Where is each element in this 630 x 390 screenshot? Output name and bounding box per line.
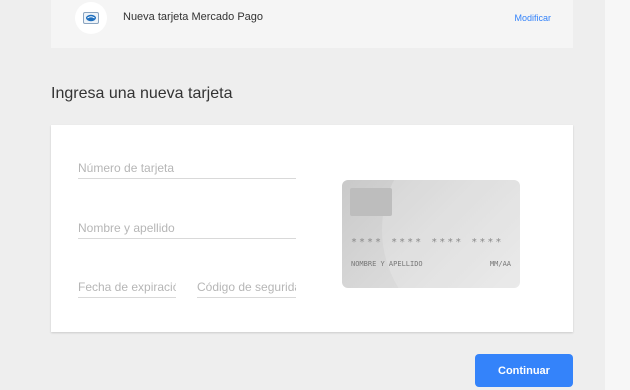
continue-button[interactable]: Continuar: [475, 354, 573, 387]
card-preview-holder: NOMBRE Y APELLIDO: [351, 260, 423, 268]
mercado-pago-card-icon: [75, 2, 107, 34]
new-card-form: **** **** **** **** NOMBRE Y APELLIDO MM…: [51, 125, 573, 332]
new-card-title: Ingresa una nueva tarjeta: [51, 85, 233, 102]
saved-payment-method-row: Nueva tarjeta Mercado Pago Modificar: [51, 0, 573, 48]
card-number-input[interactable]: [78, 161, 296, 175]
cardholder-name-input[interactable]: [78, 221, 296, 235]
modify-link[interactable]: Modificar: [514, 13, 551, 23]
card-preview: **** **** **** **** NOMBRE Y APELLIDO MM…: [342, 180, 520, 288]
expiry-field-wrapper: [78, 278, 176, 298]
security-code-field-wrapper: [197, 278, 296, 298]
card-decoration: [382, 180, 520, 288]
card-number-field-wrapper: [78, 159, 296, 179]
card-chip: [350, 188, 392, 216]
expiry-date-input[interactable]: [78, 280, 176, 294]
checkout-page: Nueva tarjeta Mercado Pago Modificar Ing…: [0, 0, 630, 390]
card-preview-number: **** **** **** ****: [351, 237, 504, 248]
card-preview-expiry: MM/AA: [489, 260, 511, 268]
security-code-input[interactable]: [197, 280, 296, 294]
cardholder-name-field-wrapper: [78, 219, 296, 239]
saved-method-name: Nueva tarjeta Mercado Pago: [123, 11, 264, 23]
right-panel-edge: [605, 0, 630, 390]
